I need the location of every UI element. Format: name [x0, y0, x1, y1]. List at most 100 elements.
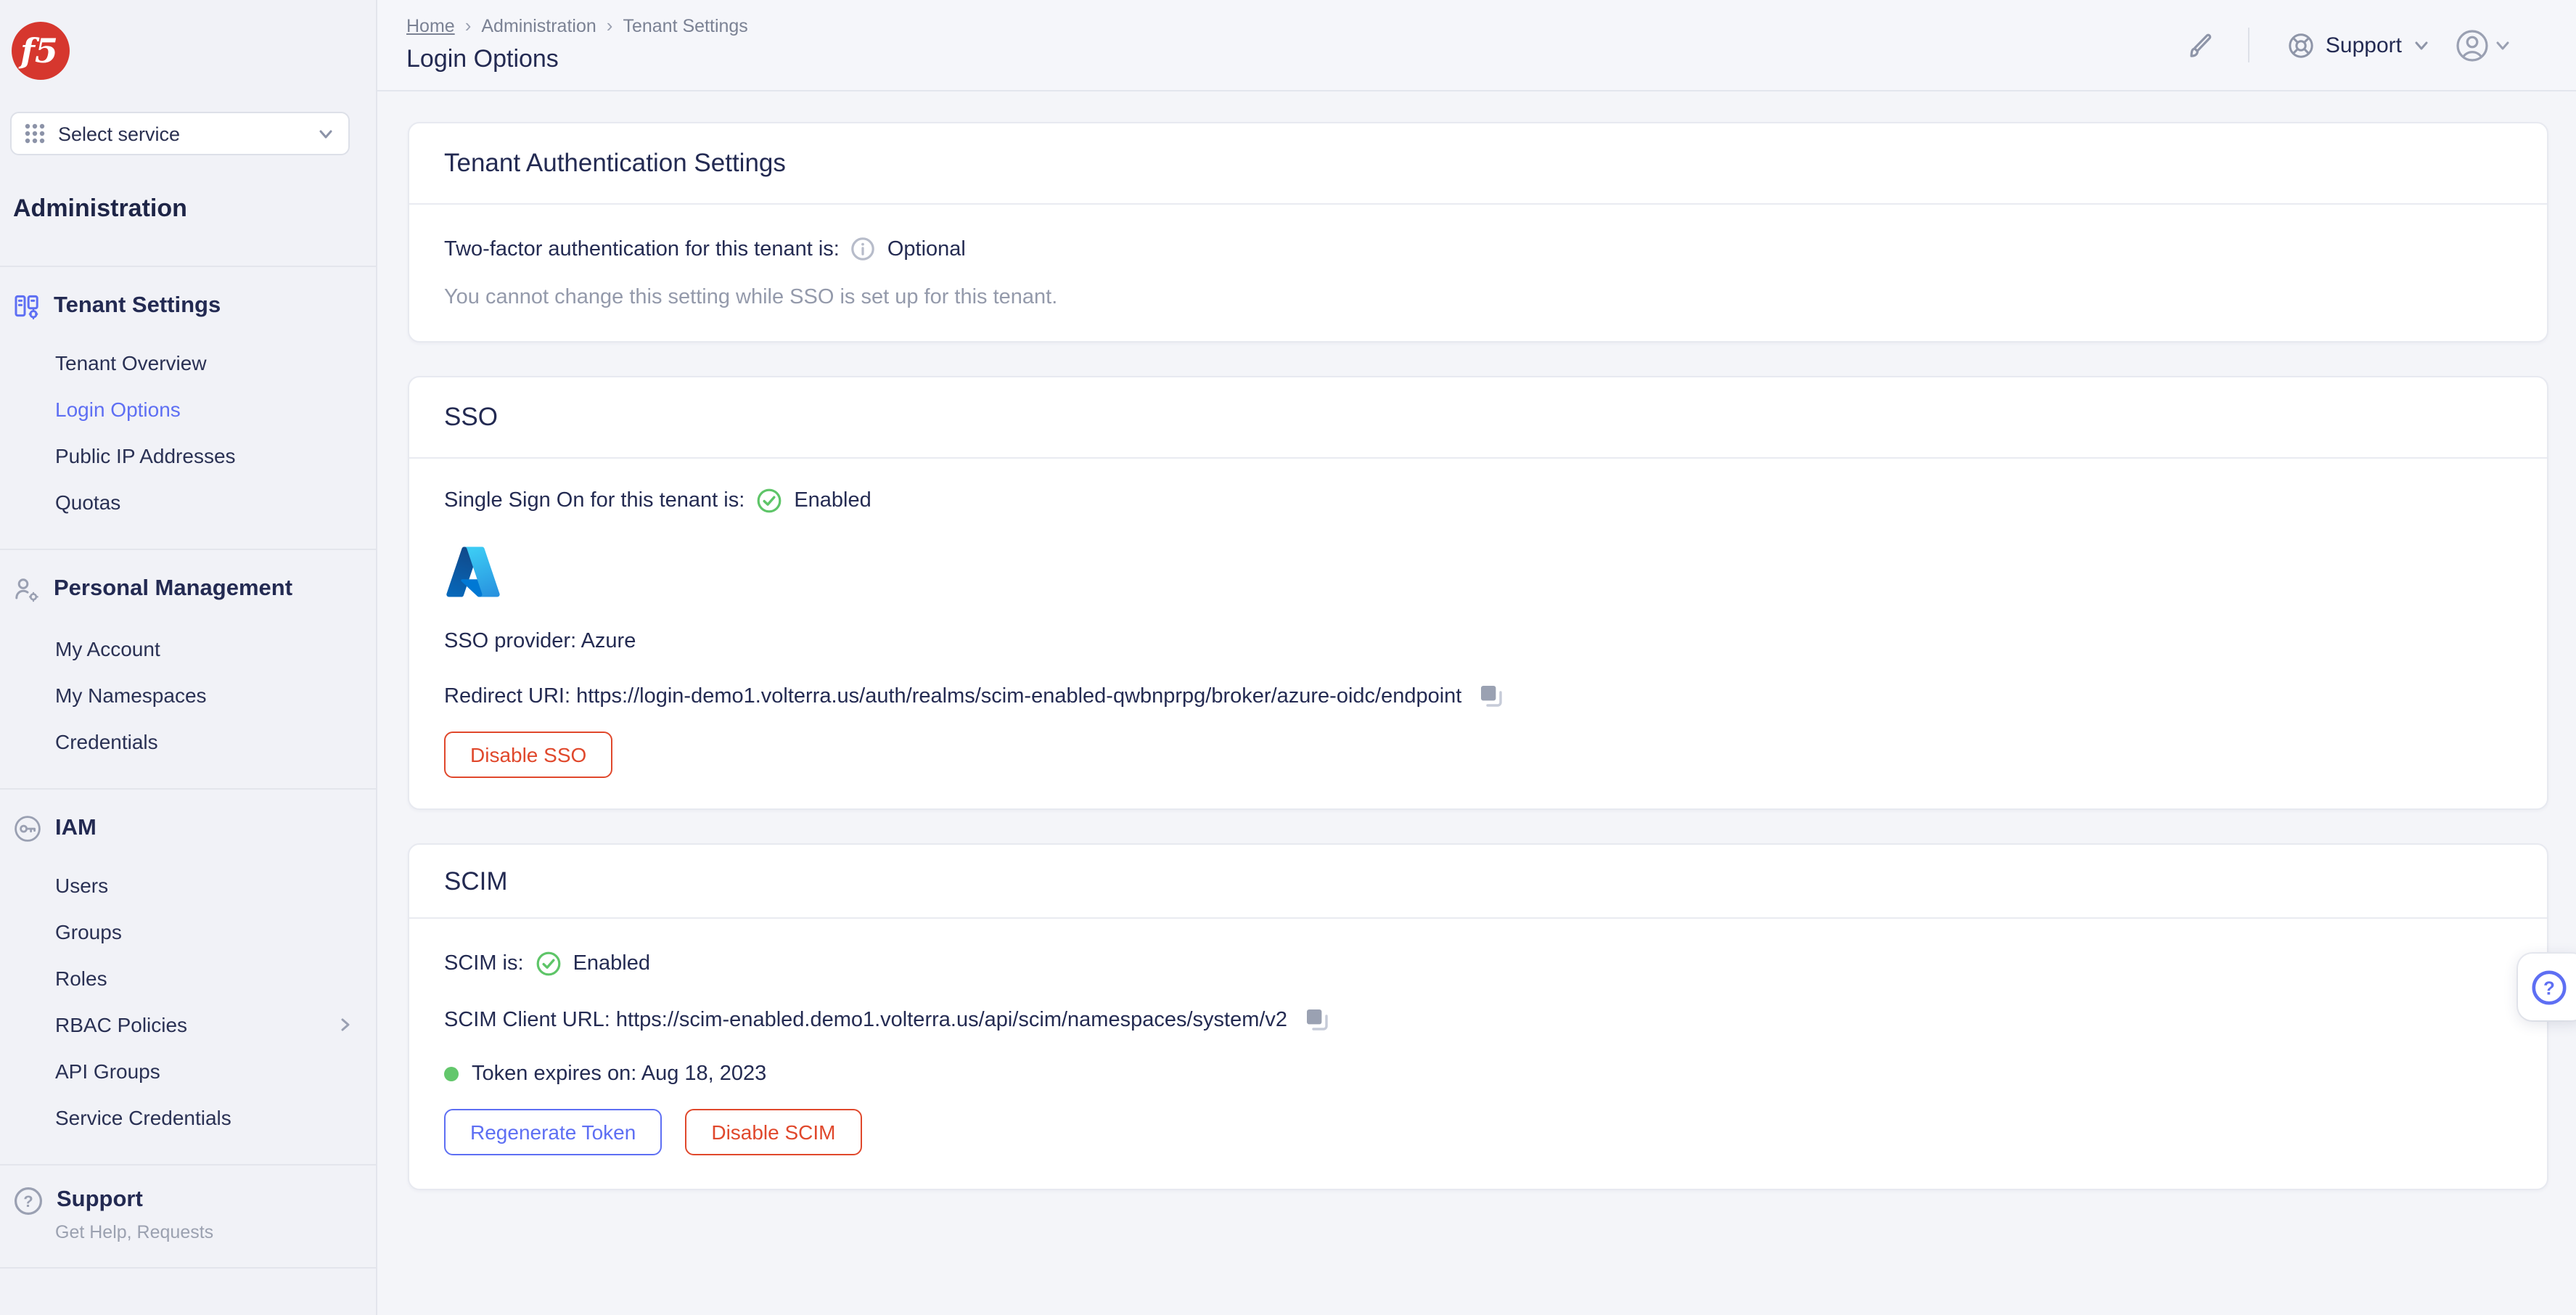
scim-url-row: SCIM Client URL: https://scim-enabled.de… — [444, 1007, 2512, 1032]
card-title: SSO — [444, 402, 498, 431]
scim-status-value: Enabled — [573, 952, 650, 975]
svg-text:?: ? — [23, 1192, 33, 1210]
sso-redirect-row: Redirect URI: https://login-demo1.volter… — [444, 684, 2512, 708]
sidebar-item-quotas[interactable]: Quotas — [0, 479, 376, 525]
sidebar-item-label: Service Credentials — [55, 1106, 231, 1129]
token-expiry-label: Token expires on: Aug 18, 2023 — [472, 1062, 767, 1086]
sidebar-item-login-options[interactable]: Login Options — [0, 386, 376, 433]
top-bar: Home › Administration › Tenant Settings … — [377, 0, 2576, 91]
two-factor-row: Two-factor authentication for this tenan… — [444, 237, 2512, 261]
two-factor-note: You cannot change this setting while SSO… — [444, 286, 1058, 309]
top-bar-actions: Support — [2186, 0, 2511, 90]
disable-sso-button[interactable]: Disable SSO — [444, 732, 613, 778]
sidebar-section-label: Tenant Settings — [54, 293, 221, 318]
copy-icon[interactable] — [1305, 1007, 1329, 1032]
two-factor-label: Two-factor authentication for this tenan… — [444, 237, 840, 261]
avatar-icon — [2456, 29, 2488, 61]
sidebar-item-label: Users — [55, 874, 109, 897]
sso-provider-label: SSO provider: Azure — [444, 630, 636, 653]
sidebar-item-label: API Groups — [55, 1060, 160, 1083]
card-body: SCIM is: Enabled SCIM Client URL: https:… — [409, 919, 2547, 1189]
regenerate-token-button[interactable]: Regenerate Token — [444, 1109, 663, 1155]
divider — [0, 1267, 376, 1269]
sidebar-item-roles[interactable]: Roles — [0, 955, 376, 1001]
sidebar-item-public-ip-addresses[interactable]: Public IP Addresses — [0, 433, 376, 479]
card-body: Single Sign On for this tenant is: Enabl… — [409, 459, 2547, 808]
support-menu[interactable]: Support — [2288, 31, 2429, 59]
theme-brush-button[interactable] — [2186, 30, 2217, 60]
sso-status-value: Enabled — [794, 489, 871, 512]
sidebar-item-rbac-policies[interactable]: RBAC Policies — [0, 1001, 376, 1048]
sidebar-section-iam: IAM Users Groups Roles RBAC Policies API… — [0, 790, 376, 1164]
breadcrumb-administration[interactable]: Administration — [481, 15, 596, 36]
sidebar-section-label: Support — [57, 1187, 143, 1212]
check-circle-icon — [536, 951, 562, 977]
sidebar-item-support[interactable]: ? Support — [0, 1183, 376, 1218]
sidebar-section-tenant-settings: Tenant Settings Tenant Overview Login Op… — [0, 267, 376, 549]
sidebar-item-label: Tenant Overview — [55, 351, 207, 374]
disable-scim-button[interactable]: Disable SCIM — [685, 1109, 862, 1155]
tenant-settings-icon — [15, 294, 38, 319]
check-circle-icon — [756, 488, 782, 514]
app-root: f5 Select service Administration Tenant … — [0, 0, 2576, 1315]
sidebar-item-label: Credentials — [55, 730, 158, 753]
sso-actions: Disable SSO — [444, 732, 2512, 778]
sidebar-item-api-groups[interactable]: API Groups — [0, 1048, 376, 1094]
sidebar-item-label: Login Options — [55, 398, 181, 421]
scim-status-label: SCIM is: — [444, 952, 524, 975]
help-button[interactable]: ? — [2518, 954, 2576, 1020]
main-area: Home › Administration › Tenant Settings … — [377, 0, 2576, 1315]
breadcrumb-title-wrap: Home › Administration › Tenant Settings … — [406, 0, 748, 90]
two-factor-value: Optional — [887, 237, 966, 261]
token-expiry-row: Token expires on: Aug 18, 2023 — [444, 1062, 2512, 1086]
breadcrumb: Home › Administration › Tenant Settings — [406, 15, 748, 36]
f5-logo[interactable]: f5 — [12, 22, 70, 80]
azure-logo — [446, 546, 500, 597]
sidebar-item-credentials[interactable]: Credentials — [0, 718, 376, 765]
key-icon — [15, 816, 41, 842]
sidebar: f5 Select service Administration Tenant … — [0, 0, 377, 1315]
card-tenant-authentication: Tenant Authentication Settings Two-facto… — [408, 122, 2548, 343]
person-gear-icon — [15, 578, 38, 602]
account-menu[interactable] — [2456, 28, 2511, 62]
sidebar-item-groups[interactable]: Groups — [0, 909, 376, 955]
breadcrumb-separator: › — [606, 15, 613, 36]
breadcrumb-tenant-settings[interactable]: Tenant Settings — [623, 15, 747, 36]
select-service-label: Select service — [58, 123, 181, 144]
chevron-down-icon — [318, 126, 334, 142]
sidebar-item-label: Public IP Addresses — [55, 444, 236, 467]
card-body: Two-factor authentication for this tenan… — [409, 205, 2547, 341]
sidebar-item-label: RBAC Policies — [55, 1013, 188, 1036]
sidebar-item-personal-management[interactable]: Personal Management — [0, 570, 376, 608]
card-header: SCIM — [409, 845, 2547, 919]
card-header: Tenant Authentication Settings — [409, 123, 2547, 205]
support-menu-label: Support — [2325, 33, 2402, 57]
sidebar-section-label: IAM — [55, 816, 97, 840]
svg-text:?: ? — [2543, 976, 2555, 998]
sidebar-item-label: My Account — [55, 637, 160, 660]
sso-provider-row: SSO provider: Azure — [444, 630, 2512, 653]
breadcrumb-home[interactable]: Home — [406, 15, 455, 36]
sidebar-item-tenant-overview[interactable]: Tenant Overview — [0, 340, 376, 386]
scim-actions: Regenerate Token Disable SCIM — [444, 1109, 2512, 1155]
chevron-right-icon — [335, 1015, 356, 1035]
select-service-dropdown[interactable]: Select service — [10, 112, 350, 155]
grid-icon — [25, 123, 45, 144]
sidebar-item-label: My Namespaces — [55, 684, 207, 707]
chevron-down-icon — [2495, 37, 2511, 53]
sidebar-item-my-account[interactable]: My Account — [0, 626, 376, 672]
sidebar-item-tenant-settings[interactable]: Tenant Settings — [0, 287, 376, 325]
sidebar-section-label: Personal Management — [54, 576, 293, 601]
sidebar-item-label: Roles — [55, 967, 107, 990]
copy-icon[interactable] — [1479, 684, 1504, 708]
card-scim: SCIM SCIM is: Enabled SCIM Client URL: h… — [408, 843, 2548, 1190]
page-title: Login Options — [406, 45, 559, 73]
info-icon[interactable] — [851, 237, 876, 261]
brush-icon — [2191, 33, 2212, 57]
question-circle-icon: ? — [15, 1187, 42, 1214]
sidebar-item-my-namespaces[interactable]: My Namespaces — [0, 672, 376, 718]
sidebar-item-iam[interactable]: IAM — [0, 810, 376, 848]
sidebar-heading-administration: Administration — [13, 194, 187, 222]
sidebar-item-users[interactable]: Users — [0, 862, 376, 909]
sidebar-item-service-credentials[interactable]: Service Credentials — [0, 1094, 376, 1141]
